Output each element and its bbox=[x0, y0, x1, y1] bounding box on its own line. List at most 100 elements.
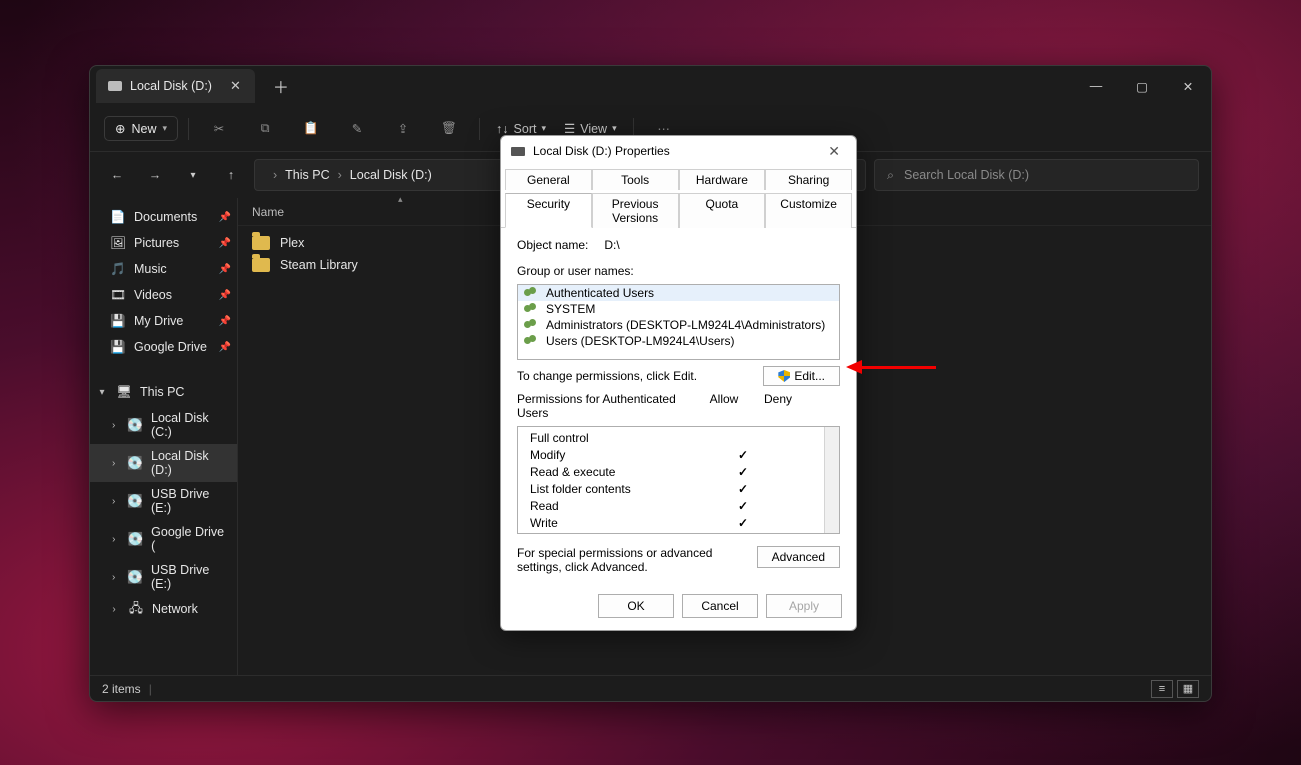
up-button[interactable]: ↑ bbox=[216, 168, 246, 182]
sidebar-drive-item[interactable]: ›💽Google Drive ( bbox=[90, 520, 237, 558]
sidebar-drive-item[interactable]: ›🖧Network bbox=[90, 596, 237, 622]
pin-icon: 📌 bbox=[219, 264, 231, 275]
sidebar-drive-item[interactable]: ›💽Local Disk (C:) bbox=[90, 406, 237, 444]
group-list[interactable]: Authenticated UsersSYSTEMAdministrators … bbox=[517, 284, 840, 360]
permissions-list: Full control Modify ✓ Read & execute ✓ L… bbox=[517, 426, 840, 534]
sidebar-drive-item[interactable]: ›💽USB Drive (E:) bbox=[90, 558, 237, 596]
window-tab[interactable]: Local Disk (D:) ✕ bbox=[96, 69, 255, 103]
chevron-right-icon: › bbox=[108, 420, 119, 431]
allow-cell: ✓ bbox=[716, 516, 770, 530]
tab-tools[interactable]: Tools bbox=[592, 169, 679, 190]
chevron-right-icon: › bbox=[338, 168, 342, 182]
group-row[interactable]: Administrators (DESKTOP-LM924L4\Administ… bbox=[518, 317, 839, 333]
breadcrumb-current[interactable]: Local Disk (D:) bbox=[350, 168, 432, 182]
titlebar: Local Disk (D:) ✕ ＋ — ▢ ✕ bbox=[90, 66, 1211, 106]
sidebar-item-label: Local Disk (C:) bbox=[151, 411, 229, 439]
delete-icon[interactable]: 🗑 bbox=[429, 113, 469, 145]
sidebar-quickaccess-item[interactable]: 🖼Pictures📌 bbox=[90, 230, 237, 256]
permission-row: Write ✓ bbox=[518, 514, 824, 531]
sort-dropdown[interactable]: ↑↓ Sort ▾ bbox=[490, 122, 552, 136]
tab-title: Local Disk (D:) bbox=[130, 79, 212, 93]
breadcrumb-root[interactable]: This PC bbox=[285, 168, 329, 182]
scrollbar[interactable] bbox=[824, 427, 839, 533]
tab-quota[interactable]: Quota bbox=[679, 193, 766, 228]
permission-name: Read bbox=[518, 499, 716, 513]
new-button[interactable]: ⊕ New ▾ bbox=[104, 116, 178, 141]
group-row[interactable]: SYSTEM bbox=[518, 301, 839, 317]
ok-button[interactable]: OK bbox=[598, 594, 674, 618]
forward-button[interactable]: → bbox=[140, 168, 170, 182]
minimize-button[interactable]: — bbox=[1073, 66, 1119, 106]
toolbar-separator bbox=[188, 118, 189, 140]
tab-close-icon[interactable]: ✕ bbox=[230, 78, 241, 94]
search-input[interactable]: ⌕ Search Local Disk (D:) bbox=[874, 159, 1199, 191]
search-placeholder: Search Local Disk (D:) bbox=[904, 168, 1029, 182]
sidebar-quickaccess-item[interactable]: 💾My Drive📌 bbox=[90, 308, 237, 334]
toolbar-separator bbox=[479, 118, 480, 140]
disk-icon bbox=[108, 81, 122, 91]
permissions-header: Permissions for Authenticated Users bbox=[517, 392, 697, 420]
close-icon[interactable]: ✕ bbox=[822, 141, 846, 162]
back-button[interactable]: ← bbox=[102, 168, 132, 182]
apply-button[interactable]: Apply bbox=[766, 594, 842, 618]
sidebar-quickaccess-item[interactable]: 🎵Music📌 bbox=[90, 256, 237, 282]
maximize-button[interactable]: ▢ bbox=[1119, 66, 1165, 106]
edit-button[interactable]: Edit... bbox=[763, 366, 840, 386]
pin-icon: 📌 bbox=[219, 212, 231, 223]
tab-security[interactable]: Security bbox=[505, 193, 592, 228]
sidebar-item-label: Videos bbox=[134, 288, 172, 302]
permission-row: Modify ✓ bbox=[518, 446, 824, 463]
sidebar-quickaccess-item[interactable]: 💾Google Drive📌 bbox=[90, 334, 237, 360]
tab-general[interactable]: General bbox=[505, 169, 592, 190]
sidebar-item-label: Google Drive bbox=[134, 340, 207, 354]
sort-indicator-icon: ▴ bbox=[398, 194, 403, 205]
drive-icon: 💾 bbox=[110, 313, 126, 329]
change-permissions-text: To change permissions, click Edit. bbox=[517, 369, 697, 383]
documents-icon: 📄 bbox=[110, 209, 126, 225]
paste-icon[interactable]: 📋 bbox=[291, 113, 331, 145]
group-name: Users (DESKTOP-LM924L4\Users) bbox=[546, 334, 735, 348]
sidebar-item-label: Music bbox=[134, 262, 167, 276]
sidebar-quickaccess-item[interactable]: 📄Documents📌 bbox=[90, 204, 237, 230]
recent-button[interactable]: ▾ bbox=[178, 170, 208, 181]
disk-icon bbox=[511, 147, 525, 156]
cut-icon[interactable]: ✂ bbox=[199, 113, 239, 145]
allow-cell: ✓ bbox=[716, 482, 770, 496]
tab-customize[interactable]: Customize bbox=[765, 193, 852, 228]
group-row[interactable]: Users (DESKTOP-LM924L4\Users) bbox=[518, 333, 839, 349]
details-view-button[interactable]: ≡ bbox=[1151, 680, 1173, 698]
close-window-button[interactable]: ✕ bbox=[1165, 66, 1211, 106]
plus-icon: ⊕ bbox=[115, 121, 125, 136]
view-icon: ☰ bbox=[564, 121, 575, 136]
rename-icon[interactable]: ✎ bbox=[337, 113, 377, 145]
shield-icon bbox=[778, 370, 790, 382]
users-icon bbox=[524, 319, 540, 331]
sidebar-item-label: USB Drive (E:) bbox=[151, 487, 229, 515]
sidebar-quickaccess-item[interactable]: 🎞Videos📌 bbox=[90, 282, 237, 308]
chevron-right-icon: › bbox=[108, 496, 119, 507]
tiles-view-button[interactable]: ▦ bbox=[1177, 680, 1199, 698]
view-dropdown[interactable]: ☰ View ▾ bbox=[558, 121, 623, 136]
file-name: Steam Library bbox=[280, 258, 358, 272]
pictures-icon: 🖼 bbox=[110, 235, 126, 251]
permission-name: Read & execute bbox=[518, 465, 716, 479]
share-icon[interactable]: ⇪ bbox=[383, 113, 423, 145]
sidebar-drive-item[interactable]: › 💽 USB Drive (E:) bbox=[90, 482, 237, 520]
drive-icon: 💽 bbox=[127, 569, 143, 585]
sidebar-this-pc[interactable]: ▾ 🖥 This PC bbox=[90, 378, 237, 406]
group-row[interactable]: Authenticated Users bbox=[518, 285, 839, 301]
tab-previous-versions[interactable]: Previous Versions bbox=[592, 193, 679, 228]
object-name-value: D:\ bbox=[604, 238, 619, 252]
copy-icon[interactable]: ⧉ bbox=[245, 113, 285, 145]
drive-icon: 💽 bbox=[127, 493, 143, 509]
chevron-down-icon: ▾ bbox=[612, 123, 617, 134]
new-tab-button[interactable]: ＋ bbox=[273, 74, 289, 98]
cancel-button[interactable]: Cancel bbox=[682, 594, 758, 618]
tab-sharing[interactable]: Sharing bbox=[765, 169, 852, 190]
sidebar-drive-item[interactable]: ›💽Local Disk (D:) bbox=[90, 444, 237, 482]
tab-hardware[interactable]: Hardware bbox=[679, 169, 766, 190]
drive-icon: 🖧 bbox=[128, 601, 144, 617]
advanced-button[interactable]: Advanced bbox=[757, 546, 840, 568]
status-separator: | bbox=[149, 682, 152, 696]
sort-icon: ↑↓ bbox=[496, 122, 509, 136]
